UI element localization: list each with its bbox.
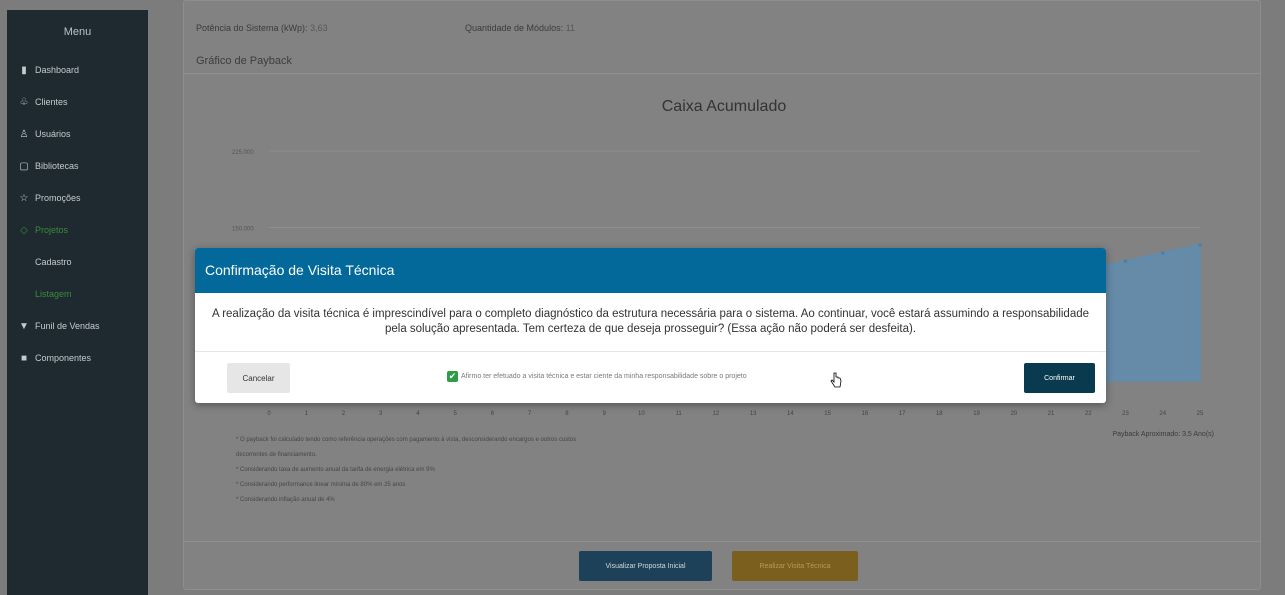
- system-power-label: Potência do Sistema (kWp):: [196, 23, 308, 33]
- note-line: * O payback foi calculado tendo como ref…: [236, 437, 577, 443]
- sidebar-item-label: Componentes: [35, 353, 92, 363]
- sidebar-item-label: Clientes: [35, 97, 68, 107]
- chart-x-ticks: 0 1 2 3 4 5 6 7 8 9 10 11 12 13 14 15 16 17 18 19 20 21 22 23 24…: [267, 411, 1204, 417]
- responsibility-checkbox[interactable]: ✔: [447, 371, 458, 382]
- users-icon: ♧: [19, 96, 29, 108]
- project-icon: ◇: [20, 224, 28, 236]
- system-power: Potência do Sistema (kWp): 3,63: [196, 23, 328, 33]
- modal-message: A realização da visita técnica é impresc…: [195, 293, 1106, 352]
- x-tick-label: 4: [416, 411, 420, 417]
- system-power-value: 3,63: [310, 23, 328, 33]
- x-tick-label: 19: [973, 411, 980, 417]
- x-tick-label: 24: [1159, 411, 1166, 417]
- note-line: * Considerando inflação anual de 4%: [236, 497, 335, 503]
- x-tick-label: 11: [676, 411, 683, 417]
- payback-estimate: Payback Aproximado: 3,5 Ano(s): [1112, 431, 1214, 438]
- x-tick-label: 6: [491, 411, 495, 417]
- note-line: decorrentes de financiamento.: [236, 452, 317, 458]
- sidebar-item-label: Projetos: [35, 225, 69, 235]
- x-tick-label: 8: [565, 411, 569, 417]
- x-tick-label: 10: [638, 411, 645, 417]
- note-line: * Considerando performance linear mínima…: [236, 482, 406, 488]
- x-tick-label: 0: [267, 411, 271, 417]
- sidebar-item-bibliotecas[interactable]: ▢ Bibliotecas: [7, 150, 148, 182]
- module-count-value: 11: [565, 23, 575, 33]
- x-tick-label: 25: [1197, 411, 1204, 417]
- module-count: Quantidade de Módulos: 11: [465, 23, 575, 33]
- x-tick-label: 22: [1085, 411, 1092, 417]
- x-tick-label: 18: [936, 411, 943, 417]
- data-point: [1123, 259, 1128, 264]
- modal-title: Confirmação de Visita Técnica: [195, 248, 1106, 293]
- data-point: [1198, 243, 1202, 247]
- sidebar-subitem-cadastro[interactable]: Cadastro: [7, 246, 148, 278]
- x-tick-label: 9: [602, 411, 606, 417]
- book-icon: ▢: [19, 160, 29, 172]
- chart-title: Caixa Acumulado: [662, 98, 787, 115]
- user-icon: ♙: [19, 128, 29, 140]
- sidebar-item-componentes[interactable]: ■ Componentes: [7, 342, 148, 374]
- funnel-icon: ▼: [19, 320, 29, 332]
- x-tick-label: 1: [305, 411, 309, 417]
- sidebar-item-usuarios[interactable]: ♙ Usuários: [7, 118, 148, 150]
- sidebar-item-funil-de-vendas[interactable]: ▼ Funil de Vendas: [7, 310, 148, 342]
- payback-notes: * O payback foi calculado tendo como ref…: [236, 433, 576, 508]
- bar-chart-icon: ▮: [21, 64, 27, 76]
- x-tick-label: 7: [528, 411, 532, 417]
- modal-footer: Cancelar ✔ Afirmo ter efetuado a visita …: [195, 352, 1106, 403]
- sidebar-item-dashboard[interactable]: ▮ Dashboard: [7, 54, 148, 86]
- sidebar-item-clientes[interactable]: ♧ Clientes: [7, 86, 148, 118]
- x-tick-label: 16: [861, 411, 868, 417]
- x-tick-label: 2: [342, 411, 346, 417]
- app-frame: Menu ▮ Dashboard ♧ Clientes ♙ Usuários ▢…: [0, 0, 1285, 595]
- module-count-label: Quantidade de Módulos:: [465, 23, 564, 33]
- sidebar-item-label: Funil de Vendas: [35, 321, 100, 331]
- x-tick-label: 20: [1010, 411, 1017, 417]
- view-initial-proposal-button[interactable]: Visualizar Proposta Inicial: [579, 551, 712, 581]
- y-tick-label: 150.000: [232, 227, 254, 233]
- sidebar-item-projetos[interactable]: ◇ Projetos: [7, 214, 148, 246]
- divider: [184, 541, 1260, 542]
- y-tick-label: 225.000: [232, 150, 254, 156]
- data-point: [1160, 251, 1165, 255]
- responsibility-checkbox-label: Afirmo ter efetuado a visita técnica e e…: [461, 373, 747, 380]
- sidebar: Menu ▮ Dashboard ♧ Clientes ♙ Usuários ▢…: [7, 10, 148, 595]
- sidebar-item-label: Dashboard: [35, 65, 80, 75]
- sidebar-item-label: Promoções: [35, 193, 81, 203]
- sidebar-item-promocoes[interactable]: ☆ Promoções: [7, 182, 148, 214]
- hand-cursor-icon: [830, 372, 842, 388]
- confirm-button[interactable]: Confirmar: [1024, 363, 1095, 393]
- x-tick-label: 21: [1048, 411, 1055, 417]
- chart-grid: 225.000 150.000: [232, 150, 1200, 233]
- responsibility-checkbox-row[interactable]: ✔ Afirmo ter efetuado a visita técnica e…: [447, 371, 747, 382]
- cancel-button[interactable]: Cancelar: [227, 363, 290, 393]
- section-title: Gráfico de Payback: [196, 55, 292, 67]
- box-icon: ■: [20, 352, 28, 364]
- divider: [184, 73, 1260, 74]
- note-line: * Considerando taxa de aumento anual da …: [236, 467, 435, 473]
- x-tick-label: 3: [379, 411, 383, 417]
- technical-visit-button[interactable]: Realizar Visita Técnica: [732, 551, 858, 581]
- x-tick-label: 23: [1122, 411, 1129, 417]
- x-tick-label: 17: [899, 411, 906, 417]
- sidebar-item-label: Bibliotecas: [35, 161, 79, 171]
- sidebar-subitem-listagem[interactable]: Listagem: [7, 278, 148, 310]
- star-icon: ☆: [19, 192, 29, 204]
- x-tick-label: 5: [454, 411, 458, 417]
- sidebar-title: Menu: [63, 26, 92, 38]
- technical-visit-modal: Confirmação de Visita Técnica A realizaç…: [195, 248, 1106, 403]
- sidebar-item-label: Usuários: [35, 129, 71, 139]
- x-tick-label: 14: [787, 411, 794, 417]
- x-tick-label: 12: [713, 411, 720, 417]
- x-tick-label: 13: [750, 411, 757, 417]
- x-tick-label: 15: [824, 411, 831, 417]
